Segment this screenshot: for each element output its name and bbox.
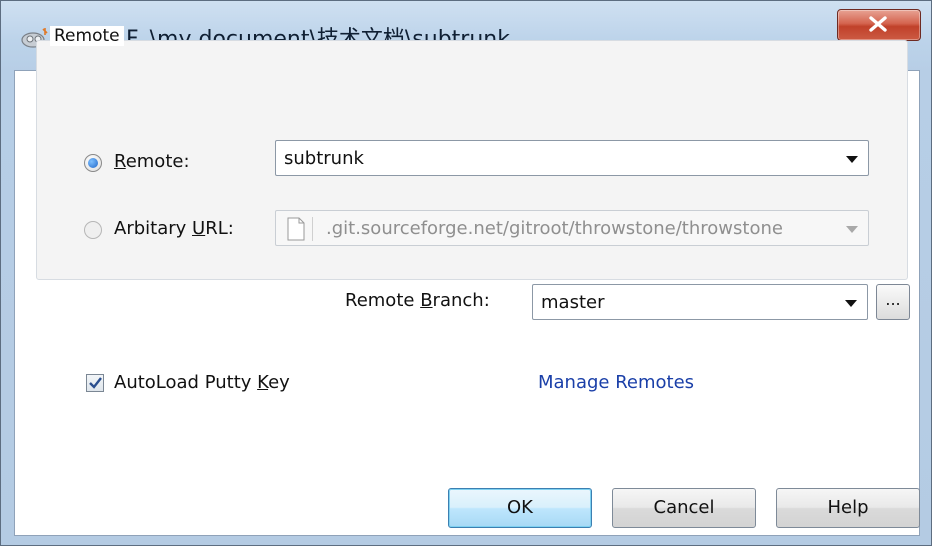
remote-radio[interactable]	[84, 154, 102, 172]
remote-branch-label: Remote Branch:	[345, 290, 490, 311]
autoload-putty-key-label[interactable]: AutoLoad Putty Key	[114, 372, 290, 393]
checkmark-icon	[89, 377, 102, 389]
arbitrary-url-radio-label[interactable]: Arbitary URL:	[114, 218, 234, 239]
accelerator-key: B	[420, 290, 433, 311]
divider	[312, 217, 313, 241]
radio-selected-dot	[88, 158, 98, 168]
chevron-down-icon	[846, 156, 858, 163]
accelerator-key: K	[257, 372, 269, 393]
label-text: ranch:	[432, 290, 490, 311]
accelerator-key: U	[192, 218, 206, 239]
arbitrary-url-combo[interactable]: .git.sourceforge.net/gitroot/throwstone/…	[275, 210, 869, 246]
label-text: AutoLoad Putty	[114, 372, 258, 393]
label-text: Arbitary	[114, 218, 193, 239]
remote-branch-select[interactable]: master	[532, 284, 868, 320]
manage-remotes-link[interactable]: Manage Remotes	[538, 372, 694, 393]
cancel-button[interactable]: Cancel	[612, 488, 756, 528]
chevron-down-icon	[846, 226, 858, 233]
accelerator-key: R	[114, 151, 126, 172]
help-button[interactable]: Help	[776, 488, 920, 528]
remote-branch-value: master	[541, 292, 605, 313]
arbitrary-url-radio[interactable]	[84, 221, 102, 239]
autoload-putty-key-checkbox[interactable]	[86, 374, 104, 392]
close-button[interactable]	[837, 9, 921, 41]
ok-button[interactable]: OK	[448, 488, 592, 528]
label-text: RL:	[205, 218, 234, 239]
chevron-down-icon	[845, 300, 857, 307]
label-text: emote:	[125, 151, 190, 172]
arbitrary-url-value: .git.sourceforge.net/gitroot/throwstone/…	[326, 218, 783, 239]
browse-branch-button[interactable]: ...	[876, 284, 910, 320]
remote-select[interactable]: subtrunk	[275, 140, 869, 176]
document-icon	[287, 217, 305, 241]
close-icon	[869, 16, 887, 32]
label-text: Remote	[345, 290, 421, 311]
remote-radio-label[interactable]: Remote:	[114, 151, 190, 172]
groupbox-title: Remote	[50, 26, 124, 46]
label-text: ey	[268, 372, 290, 393]
remote-select-value: subtrunk	[284, 148, 364, 169]
